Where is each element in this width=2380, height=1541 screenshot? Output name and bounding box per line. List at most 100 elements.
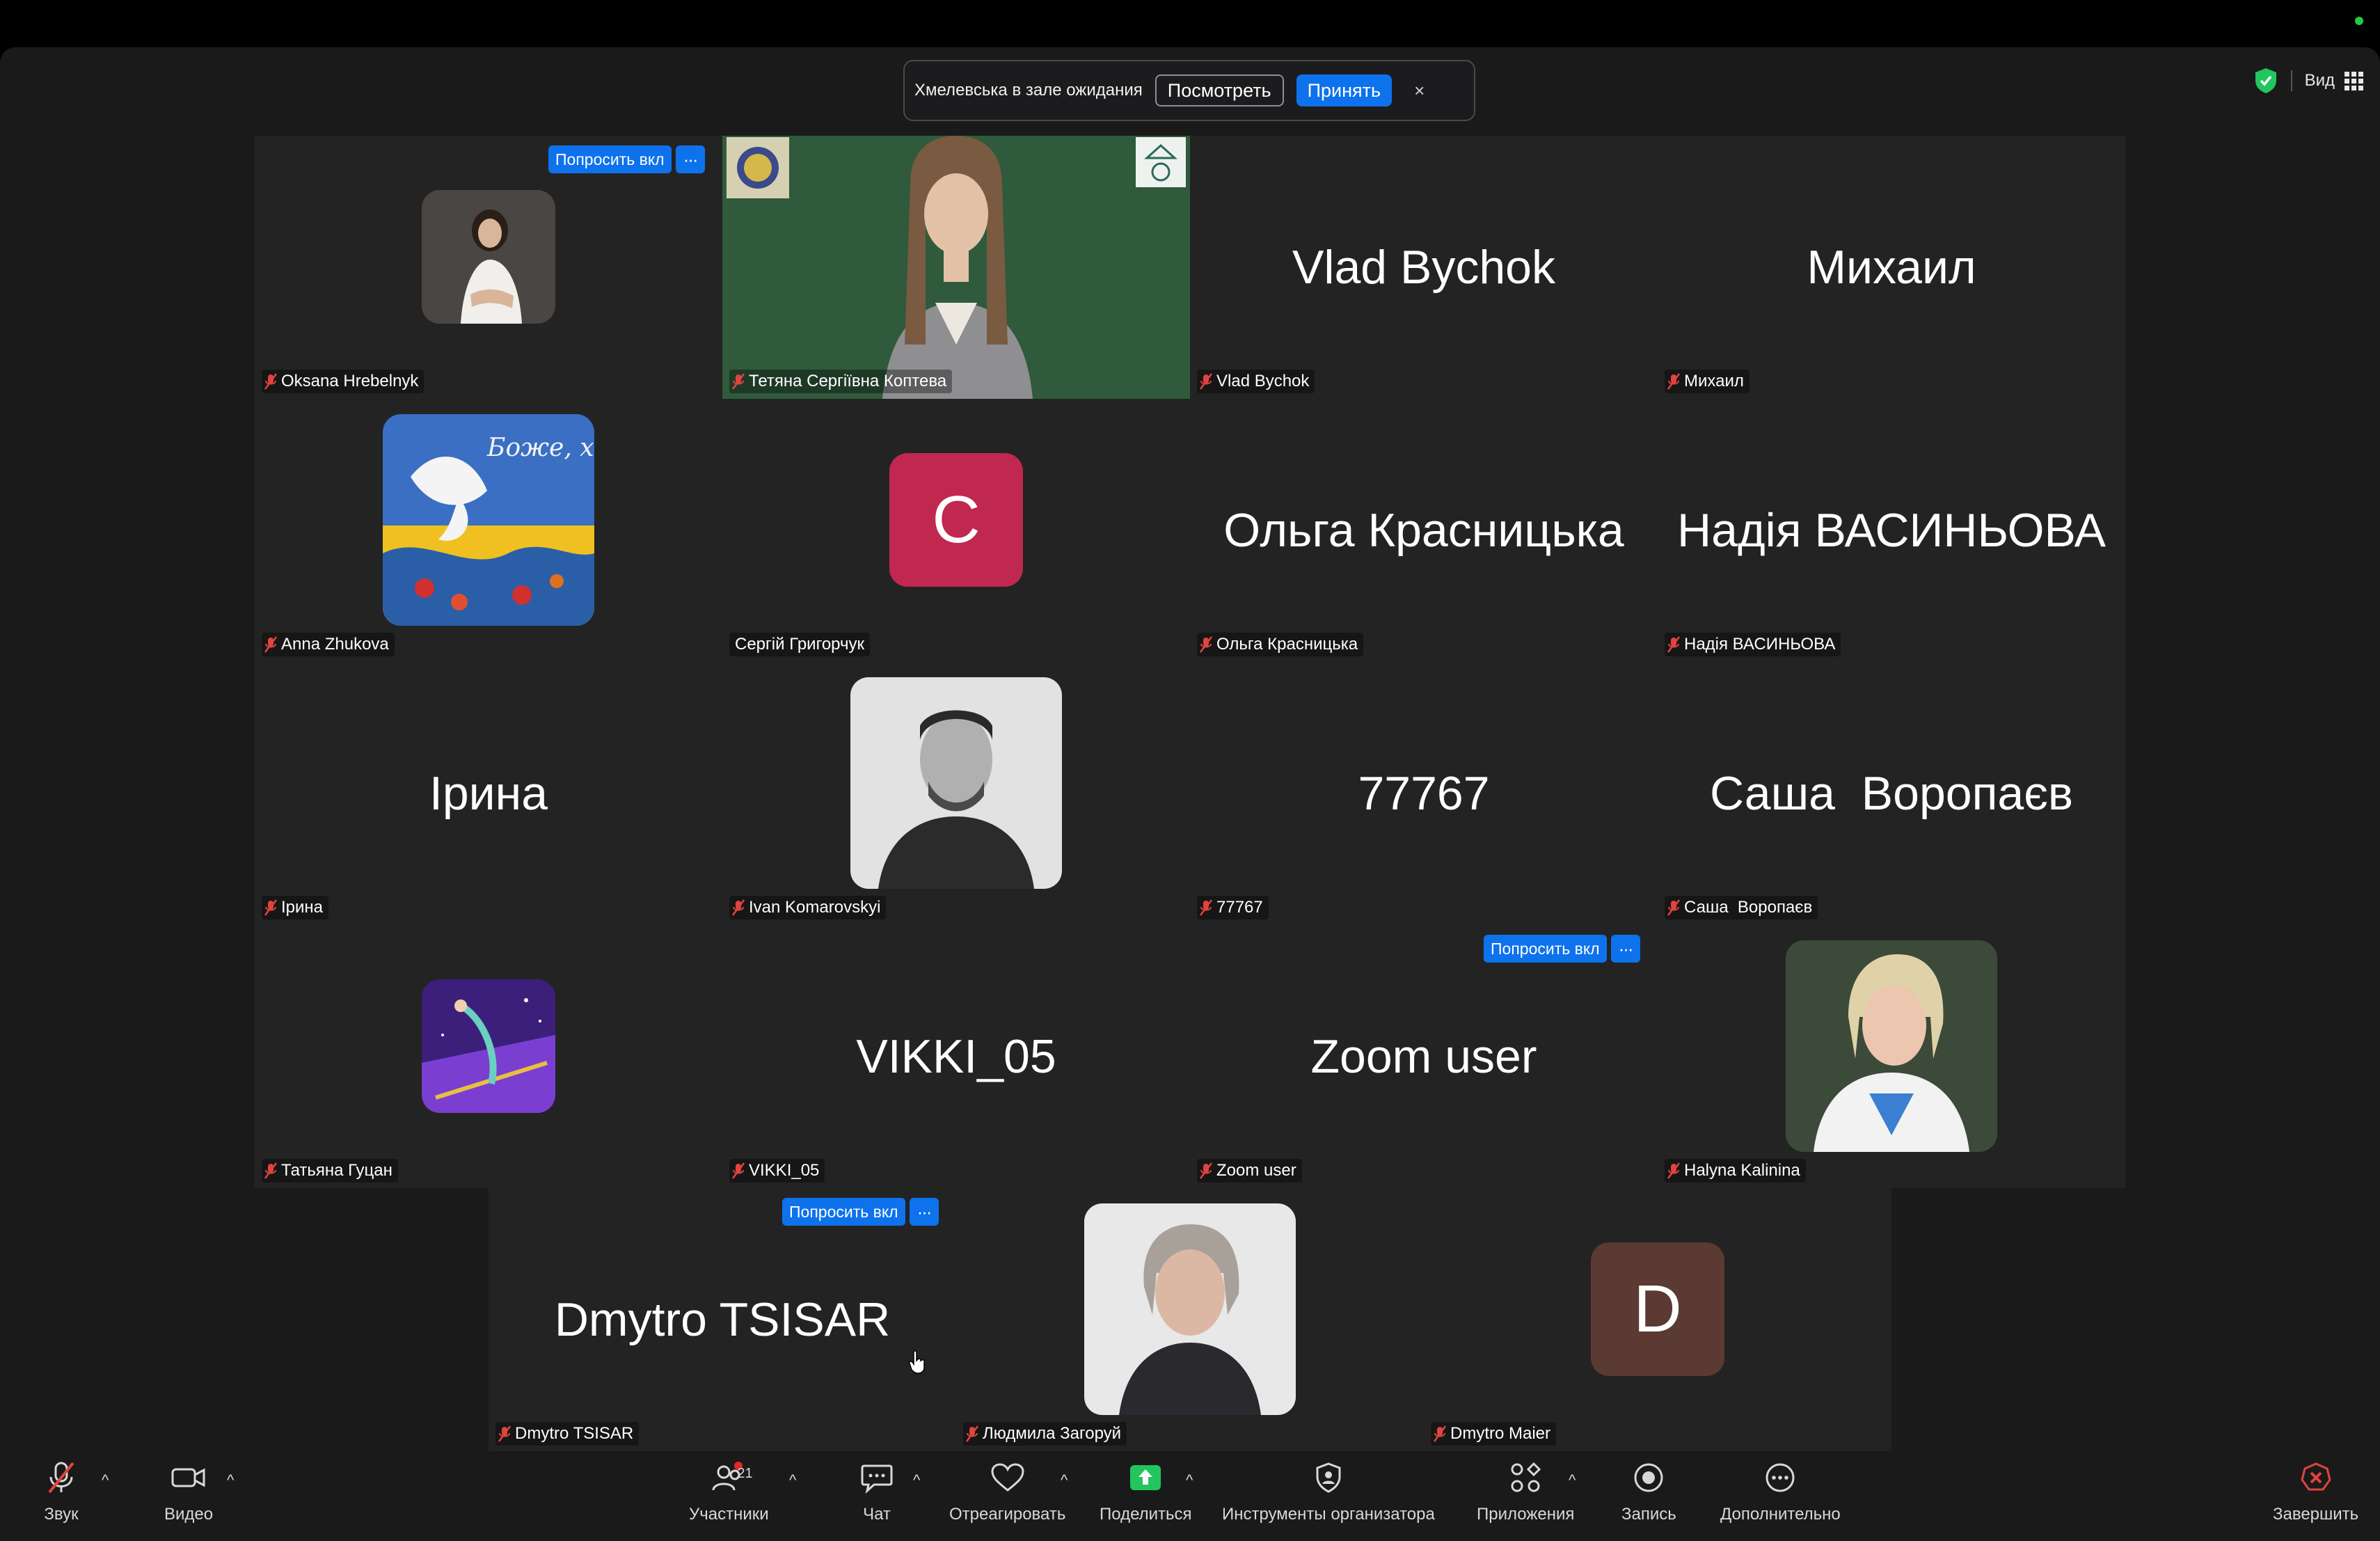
participant-tile[interactable]: Боже, храни Укра Anna Zhukova [255, 399, 722, 662]
participant-name-label: Ольга Красницька [1197, 633, 1364, 656]
participant-name-label: 77767 [1197, 896, 1269, 919]
muted-mic-icon [731, 1162, 745, 1179]
participant-display-name: Zoom user [1310, 1030, 1537, 1083]
muted-mic-icon [264, 636, 278, 653]
share-options-caret[interactable]: ^ [1186, 1471, 1193, 1489]
chat-button[interactable]: Чат [857, 1459, 896, 1524]
participant-tile[interactable]: Татьяна Гуцан [255, 925, 722, 1188]
participant-tile[interactable]: Саша Воропаєв Саша Воропаєв [1658, 662, 2125, 925]
participant-tile[interactable]: Ольга Красницька Ольга Красницька [1190, 399, 1658, 662]
participant-tile[interactable]: Halyna Kalinina [1658, 925, 2125, 1188]
participant-name-label: VIKKI_05 [729, 1159, 825, 1183]
participant-name-label: Dmytro Maier [1431, 1422, 1557, 1446]
more-ellipsis-icon [1766, 1463, 1795, 1492]
host-tools-button[interactable]: Инструменты организатора [1222, 1459, 1435, 1524]
view-waiting-room-button[interactable]: Посмотреть [1155, 74, 1284, 106]
apps-button[interactable]: Приложения [1477, 1459, 1574, 1524]
share-screen-button[interactable]: Поделиться [1100, 1459, 1192, 1524]
share-label: Поделиться [1100, 1505, 1192, 1524]
participant-display-name: Dmytro TSISAR [554, 1293, 891, 1346]
participant-tile[interactable]: C Сергій Григорчук [722, 399, 1190, 662]
more-label: Дополнительно [1720, 1505, 1841, 1524]
participant-tile[interactable]: Ірина Ірина [255, 662, 722, 925]
participant-display-name: Ольга Красницька [1223, 504, 1624, 557]
ask-to-unmute-button[interactable]: Попросить вкл [548, 145, 672, 173]
participant-name-label: Vlad Bychok [1197, 370, 1315, 393]
participant-photo [422, 979, 555, 1113]
more-options-button[interactable]: ··· [675, 145, 705, 173]
participant-tile[interactable]: Dmytro TSISAR Dmytro TSISAR [489, 1188, 956, 1451]
participant-name-label: Татьяна Гуцан [262, 1159, 398, 1183]
encryption-shield-icon[interactable] [2253, 67, 2278, 95]
participants-options-caret[interactable]: ^ [789, 1471, 796, 1489]
participant-display-name: Ірина [429, 767, 548, 820]
audio-options-caret[interactable]: ^ [102, 1471, 109, 1489]
muted-mic-icon [1433, 1425, 1447, 1442]
muted-mic-icon [731, 373, 745, 390]
record-button[interactable]: Запись [1621, 1459, 1676, 1524]
ask-to-unmute-button[interactable]: Попросить вкл [782, 1198, 905, 1226]
meeting-toolbar: Звук ^ Видео ^ 21 Участники ^ Чат ^ Отре… [0, 1455, 2380, 1541]
participant-tile[interactable]: 77767 77767 [1190, 662, 1658, 925]
apps-options-caret[interactable]: ^ [1569, 1471, 1576, 1489]
more-options-button[interactable]: ··· [1610, 935, 1640, 963]
ask-to-unmute-button[interactable]: Попросить вкл [1484, 935, 1607, 963]
participant-tile[interactable]: Vlad Bychok Vlad Bychok [1190, 136, 1658, 399]
video-label: Видео [164, 1505, 214, 1524]
video-camera-icon [171, 1468, 205, 1487]
participant-name-label: Надія ВАСИНЬОВА [1665, 633, 1841, 656]
participant-tile[interactable]: Ivan Komarovskyi [722, 662, 1190, 925]
participant-tile[interactable]: Людмила Загоруй [956, 1188, 1424, 1451]
muted-mic-icon [498, 1425, 511, 1442]
participant-tile[interactable]: Надія ВАСИНЬОВА Надія ВАСИНЬОВА [1658, 399, 2125, 662]
end-meeting-icon [2300, 1462, 2331, 1491]
video-options-caret[interactable]: ^ [227, 1471, 234, 1489]
muted-mic-icon [1667, 373, 1681, 390]
participant-display-name: Михаил [1807, 241, 1976, 294]
view-button[interactable]: Вид [2305, 71, 2363, 90]
participant-display-name: VIKKI_05 [856, 1030, 1056, 1083]
muted-mic-icon [48, 1462, 74, 1494]
video-button[interactable]: Видео [164, 1459, 213, 1524]
muted-mic-icon [1199, 636, 1213, 653]
participant-tile[interactable]: Zoom user Zoom user [1190, 925, 1658, 1188]
participants-button[interactable]: 21 Участники [689, 1459, 769, 1524]
participant-photo: Боже, храни Укра [383, 413, 594, 626]
chat-bubble-icon [861, 1464, 893, 1494]
macos-menu-strip [0, 0, 2380, 47]
record-icon [1634, 1463, 1663, 1492]
participant-tile-video[interactable]: Тетяна Сергіївна Коптева [722, 136, 1190, 399]
end-meeting-button[interactable]: Завершить [2273, 1459, 2358, 1524]
participant-name-label: Саша Воропаєв [1665, 896, 1818, 919]
gallery-grid-bottom-row: Dmytro TSISAR Dmytro TSISAR Людмила Заго… [489, 1188, 1891, 1451]
participant-display-name: 77767 [1358, 767, 1490, 820]
chat-options-caret[interactable]: ^ [913, 1471, 920, 1489]
participant-tile[interactable]: VIKKI_05 VIKKI_05 [722, 925, 1190, 1188]
dove-caption: Боже, храни Укра [486, 434, 594, 462]
react-options-caret[interactable]: ^ [1061, 1471, 1068, 1489]
participant-name-label: Ivan Komarovskyi [729, 896, 887, 919]
admit-button[interactable]: Принять [1296, 74, 1393, 106]
gallery-grid-icon [2345, 71, 2363, 90]
muted-mic-icon [264, 1162, 278, 1179]
participant-display-name: Vlad Bychok [1292, 241, 1555, 294]
muted-mic-icon [1667, 899, 1681, 916]
more-options-button[interactable]: ··· [909, 1198, 939, 1226]
participant-photo [1786, 940, 1997, 1152]
muted-mic-icon [731, 899, 745, 916]
more-button[interactable]: Дополнительно [1720, 1459, 1841, 1524]
audio-button[interactable]: Звук [42, 1459, 81, 1524]
close-notification-icon[interactable]: × [1414, 80, 1425, 102]
apps-icon [1511, 1462, 1541, 1492]
participant-tile[interactable]: Михаил Михаил [1658, 136, 2125, 399]
participant-tile[interactable]: Oksana Hrebelnyk [255, 136, 722, 399]
share-screen-icon [1130, 1465, 1161, 1490]
react-button[interactable]: Отреагировать [949, 1459, 1065, 1524]
apps-label: Приложения [1477, 1505, 1575, 1524]
waiting-room-notification: Хмелевська в зале ожидания Посмотреть Пр… [903, 60, 1475, 121]
participant-tile[interactable]: D Dmytro Maier [1424, 1188, 1891, 1451]
participant-photo [422, 189, 555, 324]
muted-mic-icon [1199, 899, 1213, 916]
participant-initial-avatar: D [1591, 1242, 1724, 1376]
participant-photo [1084, 1203, 1296, 1415]
